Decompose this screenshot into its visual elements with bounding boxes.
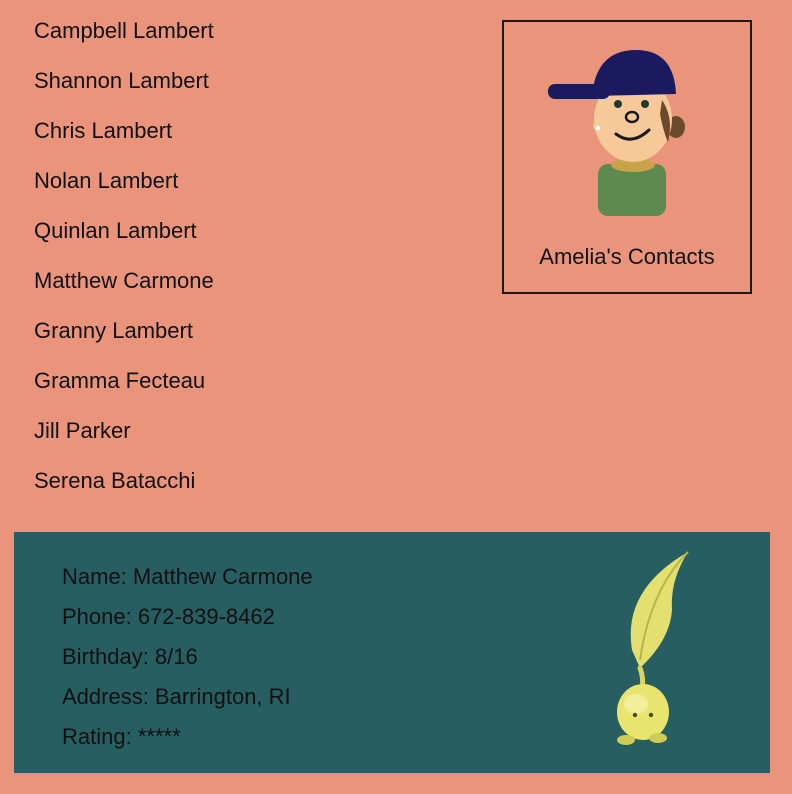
detail-name: Name: Matthew Carmone xyxy=(62,564,313,589)
contact-detail-panel: Name: Matthew Carmone Phone: 672-839-846… xyxy=(14,532,770,773)
detail-rating: Rating: ***** xyxy=(62,724,181,749)
profile-card: Amelia's Contacts xyxy=(502,20,752,294)
contact-item-gramma-fecteau[interactable]: Gramma Fecteau xyxy=(34,368,214,418)
user-avatar-cap-icon xyxy=(548,50,685,216)
contact-item-chris-lambert[interactable]: Chris Lambert xyxy=(34,118,214,168)
detail-address: Address: Barrington, RI xyxy=(62,684,291,709)
contact-item-quinlan-lambert[interactable]: Quinlan Lambert xyxy=(34,218,214,268)
contacts-title: Amelia's Contacts xyxy=(539,244,715,269)
contact-item-shannon-lambert[interactable]: Shannon Lambert xyxy=(34,68,214,118)
contact-item-matthew-carmone[interactable]: Matthew Carmone xyxy=(34,268,214,318)
contact-item-nolan-lambert[interactable]: Nolan Lambert xyxy=(34,168,214,218)
contact-list: Campbell Lambert Shannon Lambert Chris L… xyxy=(34,18,214,518)
detail-phone: Phone: 672-839-8462 xyxy=(62,604,275,629)
contact-item-campbell-lambert[interactable]: Campbell Lambert xyxy=(34,18,214,68)
contact-item-jill-parker[interactable]: Jill Parker xyxy=(34,418,214,468)
contact-details: Name: Matthew Carmone Phone: 672-839-846… xyxy=(62,564,313,764)
contact-item-serena-batacchi[interactable]: Serena Batacchi xyxy=(34,468,214,518)
leaf-sprout-creature-icon xyxy=(617,551,689,745)
detail-birthday: Birthday: 8/16 xyxy=(62,644,198,669)
contact-item-granny-lambert[interactable]: Granny Lambert xyxy=(34,318,214,368)
